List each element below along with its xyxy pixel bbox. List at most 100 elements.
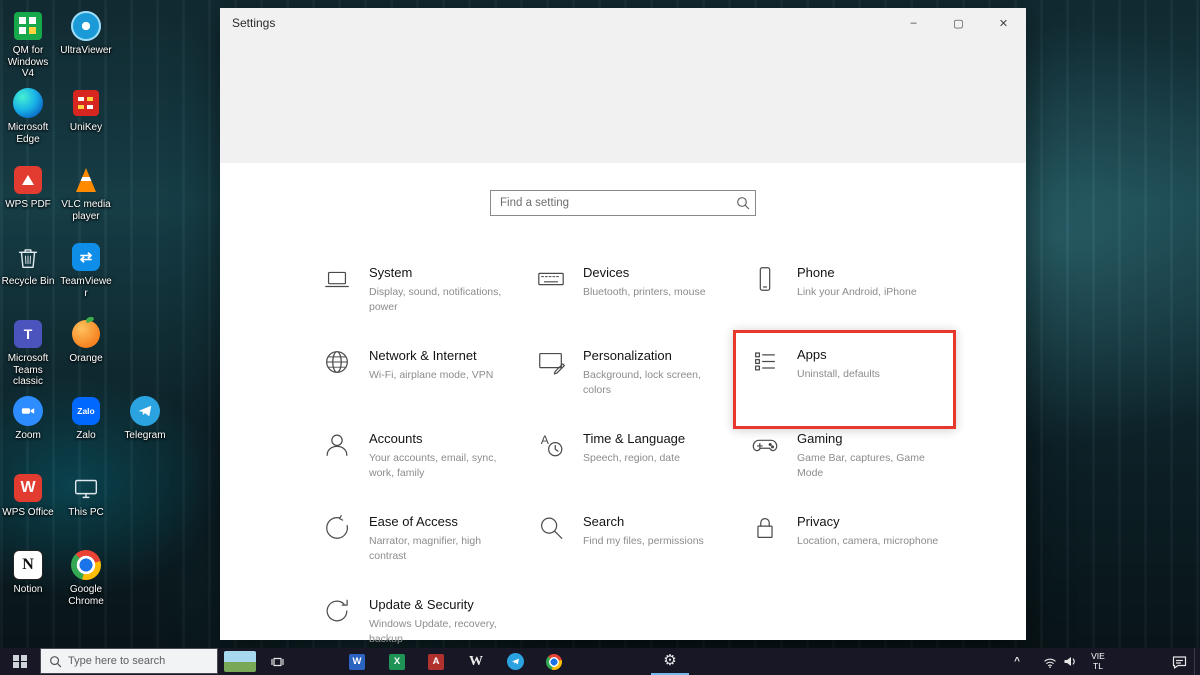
maximize-button[interactable]: ▢: [936, 8, 981, 38]
personalization-icon: [536, 347, 566, 377]
taskbar-search-box[interactable]: [40, 648, 218, 674]
minimize-button[interactable]: –: [891, 8, 936, 38]
desktop-icon-label: Google Chrome: [59, 584, 113, 607]
this-pc-icon: [70, 472, 102, 504]
task-view-icon: [270, 655, 285, 669]
game-controller-icon: [750, 430, 780, 460]
tile-desc: Link your Android, iPhone: [797, 285, 917, 300]
padlock-icon: [750, 513, 780, 543]
word-button[interactable]: W: [338, 648, 376, 675]
access-icon: A: [428, 654, 444, 670]
desktop-icon-qm-for-windows[interactable]: QM for Windows V4: [1, 10, 55, 80]
phone-icon: [750, 264, 780, 294]
desktop-icon-microsoft-teams[interactable]: T Microsoft Teams classic: [1, 318, 55, 388]
desktop-icon-label: Zalo: [59, 430, 113, 442]
desktop-icon-label: WPS Office: [1, 507, 55, 519]
task-view-button[interactable]: [258, 648, 296, 675]
network-tray-button[interactable]: [1040, 648, 1060, 675]
ultraviewer-icon: [71, 11, 101, 41]
taskbar-search-input[interactable]: [62, 654, 217, 668]
settings-tile-search[interactable]: Search Find my files, permissions: [536, 512, 736, 595]
action-center-button[interactable]: [1164, 648, 1194, 675]
time-language-icon: A: [536, 430, 566, 460]
settings-tile-ease-of-access[interactable]: Ease of Access Narrator, magnifier, high…: [322, 512, 522, 595]
settings-tile-time-language[interactable]: A Time & Language Speech, region, date: [536, 429, 736, 512]
zoom-icon: [13, 396, 43, 426]
settings-tile-personalization[interactable]: Personalization Background, lock screen,…: [536, 346, 736, 429]
desktop-icon-zalo[interactable]: Zalo Zalo: [59, 395, 113, 442]
settings-tile-devices[interactable]: Devices Bluetooth, printers, mouse: [536, 263, 736, 346]
tile-title: Accounts: [369, 431, 517, 446]
file-explorer-button[interactable]: [298, 648, 336, 675]
desktop-icon-recycle-bin[interactable]: Recycle Bin: [1, 241, 55, 288]
news-weather-widget[interactable]: [222, 648, 258, 675]
telegram-button[interactable]: [496, 648, 534, 675]
desktop-icon-microsoft-edge[interactable]: Microsoft Edge: [1, 87, 55, 145]
settings-tile-privacy[interactable]: Privacy Location, camera, microphone: [750, 512, 950, 595]
svg-text:A: A: [541, 433, 550, 447]
desktop-icon-this-pc[interactable]: This PC: [59, 472, 113, 519]
show-desktop-button[interactable]: [1194, 648, 1200, 675]
settings-window: Settings – ▢ ✕ System Display, sound,: [220, 8, 1026, 640]
settings-tile-apps[interactable]: Apps Uninstall, defaults: [733, 330, 956, 429]
wps-pdf-icon: [14, 166, 42, 194]
desktop-icon-unikey[interactable]: UniKey: [59, 87, 113, 134]
volume-tray-button[interactable]: [1060, 648, 1080, 675]
unikey-icon: [73, 90, 99, 116]
microsoft-teams-icon: T: [14, 320, 42, 348]
desktop-icon-ultraviewer[interactable]: UltraViewer: [59, 10, 113, 57]
update-refresh-icon: [322, 596, 352, 626]
settings-tiles-grid: System Display, sound, notifications, po…: [322, 263, 964, 675]
tile-title: Time & Language: [583, 431, 685, 446]
desktop-icon-teamviewer[interactable]: TeamViewer: [59, 241, 113, 299]
desktop-icon-vlc[interactable]: VLC media player: [59, 164, 113, 222]
tile-title: Search: [583, 514, 704, 529]
globe-icon: [322, 347, 352, 377]
start-button[interactable]: [0, 648, 40, 675]
desktop-icon-label: Microsoft Edge: [1, 122, 55, 145]
tile-desc: Wi-Fi, airplane mode, VPN: [369, 368, 493, 383]
qm-for-windows-icon: [14, 12, 42, 40]
desktop-icon-orange[interactable]: Orange: [59, 318, 113, 365]
tile-title: Phone: [797, 265, 917, 280]
wikipedia-button[interactable]: W: [457, 648, 495, 675]
chrome-button[interactable]: [535, 648, 573, 675]
find-a-setting-searchbox[interactable]: [490, 190, 756, 216]
titlebar[interactable]: Settings – ▢ ✕: [220, 8, 1026, 38]
tile-desc: Bluetooth, printers, mouse: [583, 285, 706, 300]
person-icon: [322, 430, 352, 460]
tile-desc: Your accounts, email, sync, work, family: [369, 451, 517, 480]
access-button[interactable]: A: [417, 648, 455, 675]
system-icon: [322, 264, 352, 294]
recycle-bin-icon: [12, 241, 44, 273]
desktop-icon-wps-office[interactable]: W WPS Office: [1, 472, 55, 519]
telegram-icon: [507, 653, 524, 670]
tile-title: Gaming: [797, 431, 945, 446]
desktop-icon-zoom[interactable]: Zoom: [1, 395, 55, 442]
settings-app-button[interactable]: ⚙: [651, 648, 689, 675]
desktop-icon-label: QM for Windows V4: [1, 45, 55, 80]
tile-title: Privacy: [797, 514, 938, 529]
settings-tile-network[interactable]: Network & Internet Wi-Fi, airplane mode,…: [322, 346, 522, 429]
window-title: Settings: [232, 16, 275, 30]
find-a-setting-input[interactable]: [491, 197, 731, 209]
settings-tile-gaming[interactable]: Gaming Game Bar, captures, Game Mode: [750, 429, 950, 512]
tile-desc: Background, lock screen, colors: [583, 368, 731, 397]
desktop-icon-notion[interactable]: N Notion: [1, 549, 55, 596]
close-button[interactable]: ✕: [981, 8, 1026, 38]
show-hidden-icons-button[interactable]: ^: [1006, 648, 1028, 675]
desktop-icon-google-chrome[interactable]: Google Chrome: [59, 549, 113, 607]
desktop-icon-wps-pdf[interactable]: WPS PDF: [1, 164, 55, 211]
excel-button[interactable]: X: [378, 648, 416, 675]
tile-title: System: [369, 265, 517, 280]
windows-logo-icon: [13, 655, 27, 669]
chevron-up-icon: ^: [1014, 656, 1020, 667]
tile-desc: Game Bar, captures, Game Mode: [797, 451, 945, 480]
google-chrome-icon: [71, 550, 101, 580]
settings-tile-system[interactable]: System Display, sound, notifications, po…: [322, 263, 522, 346]
wps-office-icon: W: [14, 474, 42, 502]
apps-list-icon: [750, 346, 780, 376]
language-indicator[interactable]: VIE TL: [1082, 648, 1114, 675]
desktop-icon-telegram[interactable]: Telegram: [118, 395, 172, 442]
settings-tile-accounts[interactable]: Accounts Your accounts, email, sync, wor…: [322, 429, 522, 512]
